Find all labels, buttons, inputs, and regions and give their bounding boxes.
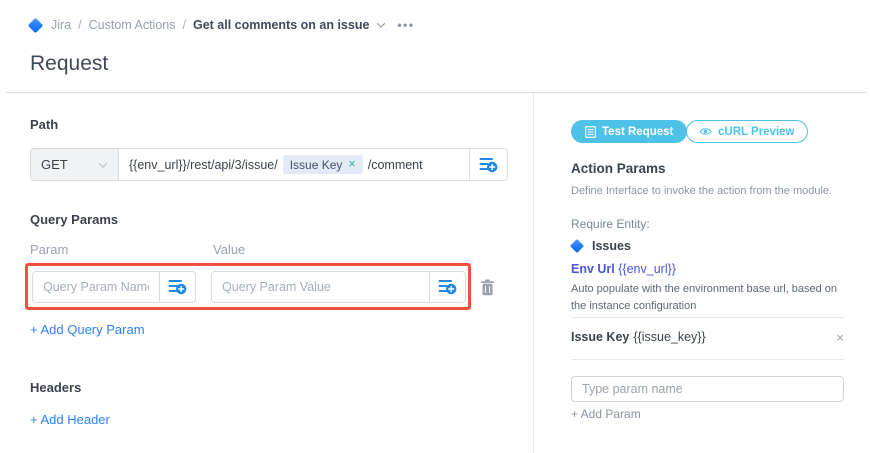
param-column-header: Param [30, 242, 68, 257]
chevron-down-icon[interactable] [377, 19, 385, 27]
action-params-subtitle: Define Interface to invoke the action fr… [571, 185, 832, 197]
delete-query-param-button[interactable] [480, 279, 495, 299]
path-url-prefix: {{env_url}}/rest/api/3/issue/ [129, 158, 278, 172]
remove-param-icon[interactable]: × [836, 331, 844, 344]
param-name: Issue Key [571, 330, 629, 344]
headers-label: Headers [30, 380, 81, 395]
add-token-icon [479, 157, 498, 173]
param-divider [571, 359, 844, 360]
query-param-value-input[interactable] [212, 272, 429, 302]
http-method-select[interactable]: GET [31, 149, 119, 180]
path-add-token-button[interactable] [469, 149, 507, 180]
entity-name: Issues [592, 239, 631, 253]
param-token: {{env_url}} [618, 262, 676, 276]
issue-key-chip[interactable]: Issue Key × [283, 155, 363, 174]
breadcrumb-current-action[interactable]: Get all comments on an issue [193, 18, 369, 32]
custom-action-request-page: Jira / Custom Actions / Get all comments… [0, 0, 870, 453]
query-param-name-input[interactable] [33, 272, 159, 302]
test-request-label: Test Request [602, 126, 673, 138]
param-name: Env Url [571, 262, 615, 276]
breadcrumb: Jira / Custom Actions / Get all comments… [30, 18, 415, 32]
param-env-url-description: Auto populate with the environment base … [571, 281, 845, 315]
test-request-button[interactable]: Test Request [571, 120, 687, 143]
param-divider [571, 317, 844, 318]
add-param-link[interactable]: + Add Param [571, 407, 641, 421]
path-url-suffix: /comment [368, 158, 423, 172]
add-query-param-link[interactable]: + Add Query Param [30, 322, 145, 337]
curl-preview-label: cURL Preview [718, 126, 795, 138]
breadcrumb-section[interactable]: Custom Actions [89, 18, 176, 32]
chip-remove-icon[interactable]: × [348, 158, 355, 171]
new-param-name-input[interactable] [571, 376, 844, 402]
breadcrumb-app[interactable]: Jira [51, 18, 71, 32]
entity-row: Issues [571, 239, 631, 253]
path-control: GET {{env_url}}/rest/api/3/issue/ Issue … [30, 148, 508, 181]
action-params-title: Action Params [571, 161, 666, 176]
trash-icon [480, 279, 495, 296]
param-env-url[interactable]: Env Url {{env_url}} [571, 262, 676, 276]
eye-icon [699, 127, 712, 136]
header-divider [6, 92, 866, 93]
add-token-icon [168, 279, 187, 295]
panel-divider [533, 93, 534, 453]
path-label: Path [30, 117, 58, 132]
more-menu-button[interactable]: ••• [397, 18, 414, 32]
path-url-input[interactable]: {{env_url}}/rest/api/3/issue/ Issue Key … [119, 149, 469, 180]
issue-key-chip-label: Issue Key [290, 158, 343, 172]
breadcrumb-separator: / [182, 18, 185, 32]
breadcrumb-separator: / [78, 18, 81, 32]
add-header-link[interactable]: + Add Header [30, 412, 110, 427]
jira-issue-icon [570, 239, 584, 253]
param-issue-key: Issue Key {{issue_key}} × [571, 330, 844, 344]
value-column-header: Value [213, 242, 245, 257]
query-param-name-add-token-button[interactable] [159, 272, 195, 302]
http-method-value: GET [41, 157, 68, 172]
test-request-icon [585, 126, 596, 138]
query-params-label: Query Params [30, 212, 118, 227]
page-title: Request [30, 52, 108, 76]
curl-preview-button[interactable]: cURL Preview [686, 120, 808, 143]
add-token-icon [438, 279, 457, 295]
jira-logo-icon [28, 17, 44, 33]
chevron-down-icon [99, 159, 107, 167]
query-param-value-add-token-button[interactable] [429, 272, 465, 302]
param-token: {{issue_key}} [633, 330, 705, 344]
require-entity-label: Require Entity: [571, 217, 650, 231]
query-param-value-group [211, 271, 466, 303]
query-param-name-group [32, 271, 196, 303]
